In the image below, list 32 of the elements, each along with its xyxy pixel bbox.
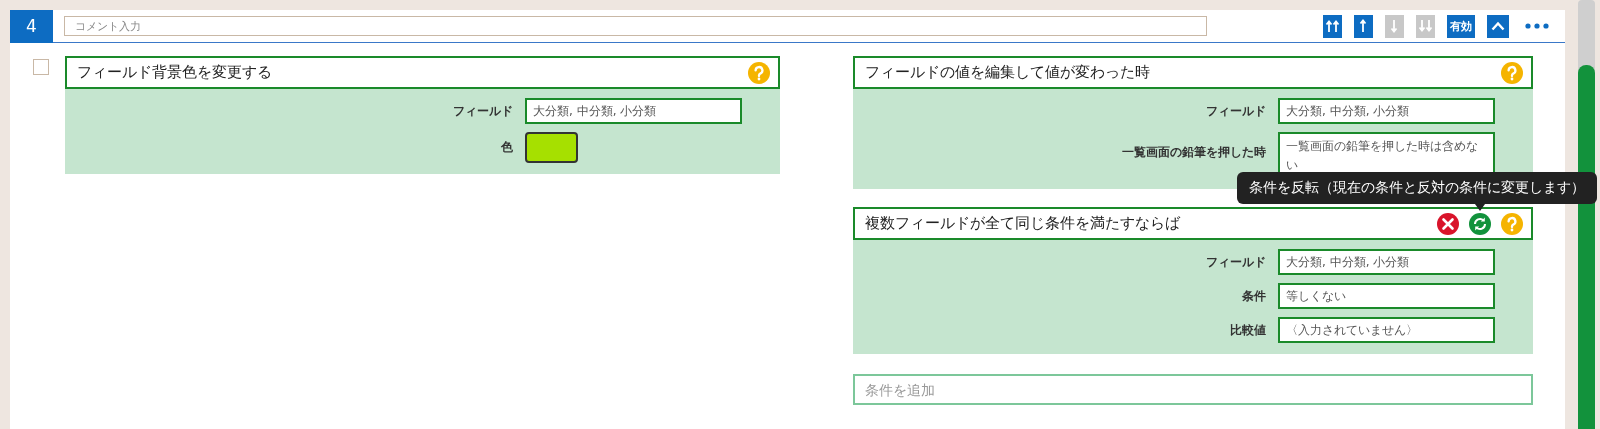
scrollbar[interactable] xyxy=(1578,0,1595,429)
condition-title: 複数フィールドが全て同じ条件を満たすならば xyxy=(865,214,1181,233)
move-top-button[interactable] xyxy=(1323,14,1342,38)
remove-icon[interactable] xyxy=(1437,212,1459,235)
input-field[interactable]: 等しくない xyxy=(1278,283,1495,309)
field-label: フィールド xyxy=(1206,102,1266,120)
move-up-button[interactable] xyxy=(1354,14,1373,38)
field-label: 色 xyxy=(501,139,513,156)
input-field[interactable]: 〈入力されていません〉 xyxy=(1278,317,1495,343)
tooltip: 条件を反転（現在の条件と反対の条件に変更します） xyxy=(1237,171,1597,204)
field-label: フィールド xyxy=(453,102,513,120)
add-condition-field[interactable]: 条件を追加 xyxy=(853,374,1533,405)
field-label: 比較値 xyxy=(1230,321,1266,339)
action-title: フィールド背景色を変更する xyxy=(77,63,273,82)
comment-input[interactable]: コメント入力 xyxy=(64,16,1207,36)
field-label: 条件 xyxy=(1242,287,1266,305)
field-label: 一覧画面の鉛筆を押した時 xyxy=(1122,144,1266,161)
checkbox[interactable] xyxy=(33,59,49,75)
input-field[interactable]: 大分類, 中分類, 小分類 xyxy=(1278,98,1495,124)
collapse-button[interactable] xyxy=(1487,14,1509,38)
trigger-title: フィールドの値を編集して値が変わった時 xyxy=(865,63,1151,82)
input-field[interactable]: 大分類, 中分類, 小分類 xyxy=(525,98,742,124)
more-icon xyxy=(1525,23,1549,29)
tooltip-arrow-icon xyxy=(1475,203,1485,211)
refresh-icon[interactable] xyxy=(1469,212,1491,235)
field-label: フィールド xyxy=(1206,253,1266,271)
input-field[interactable]: 大分類, 中分類, 小分類 xyxy=(1278,249,1495,275)
color-swatch[interactable] xyxy=(525,132,578,163)
caret-up-icon xyxy=(1491,21,1505,31)
enabled-toggle[interactable]: 有効 xyxy=(1447,14,1475,38)
scrollbar-thumb[interactable] xyxy=(1578,65,1595,429)
rule-number: 4 xyxy=(10,9,53,43)
